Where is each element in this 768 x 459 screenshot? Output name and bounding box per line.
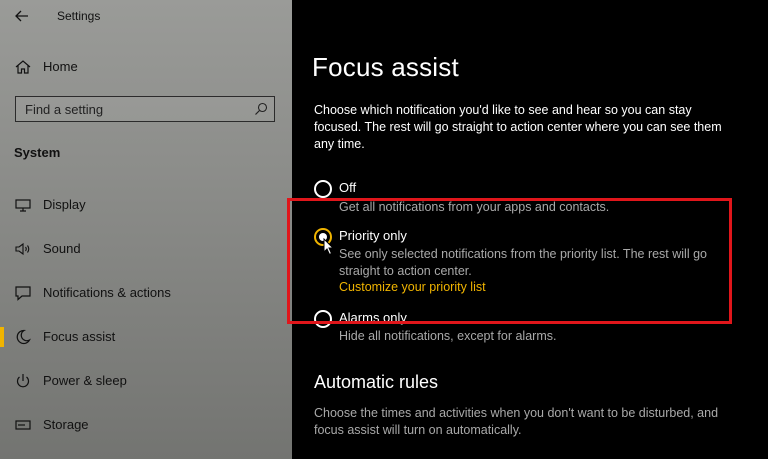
sidebar-item-label: Sound (43, 241, 81, 256)
title-bar: Settings (0, 0, 292, 32)
option-off-label: Off (339, 180, 357, 195)
sidebar-item-sound[interactable]: Sound (0, 229, 292, 269)
search-icon (255, 102, 268, 115)
sidebar-item-label: Notifications & actions (43, 285, 171, 300)
intro-text: Choose which notification you'd like to … (314, 103, 722, 151)
home-icon (15, 60, 31, 74)
settings-sidebar: Settings Home Find a setting System Disp… (0, 0, 292, 459)
selection-indicator (0, 327, 4, 347)
sidebar-item-label: Display (43, 197, 86, 212)
search-placeholder: Find a setting (25, 102, 104, 117)
notifications-icon (15, 286, 31, 301)
automatic-rules-heading: Automatic rules (314, 372, 439, 392)
sidebar-item-notifications[interactable]: Notifications & actions (0, 273, 292, 313)
sidebar-item-home[interactable]: Home (0, 47, 292, 87)
highlight-annotation-box (287, 198, 732, 324)
back-button[interactable] (12, 6, 32, 26)
back-arrow-icon (15, 10, 28, 22)
search-input[interactable]: Find a setting (15, 96, 275, 122)
sidebar-item-storage[interactable]: Storage (0, 405, 292, 445)
app-title: Settings (57, 9, 101, 23)
radio-off[interactable] (314, 180, 332, 198)
sidebar-item-display[interactable]: Display (0, 185, 292, 225)
sidebar-item-label: Power & sleep (43, 373, 127, 388)
sidebar-item-label: Focus assist (43, 329, 116, 344)
storage-icon (15, 420, 31, 430)
page-title: Focus assist (312, 52, 459, 82)
moon-icon (16, 329, 31, 345)
sidebar-item-power-sleep[interactable]: Power & sleep (0, 361, 292, 401)
main-content: Focus assist Choose which notification y… (287, 0, 768, 459)
mouse-cursor-icon (323, 238, 335, 256)
section-heading-system: System (14, 145, 61, 160)
sidebar-item-label: Home (43, 59, 78, 74)
automatic-rules-description: Choose the times and activities when you… (314, 406, 719, 437)
speaker-icon (15, 242, 30, 256)
power-icon (16, 374, 30, 388)
sidebar-item-focus-assist[interactable]: Focus assist (0, 317, 292, 357)
option-alarms-only-description: Hide all notifications, except for alarm… (339, 329, 557, 343)
sidebar-item-label: Storage (43, 417, 89, 432)
monitor-icon (15, 199, 31, 212)
